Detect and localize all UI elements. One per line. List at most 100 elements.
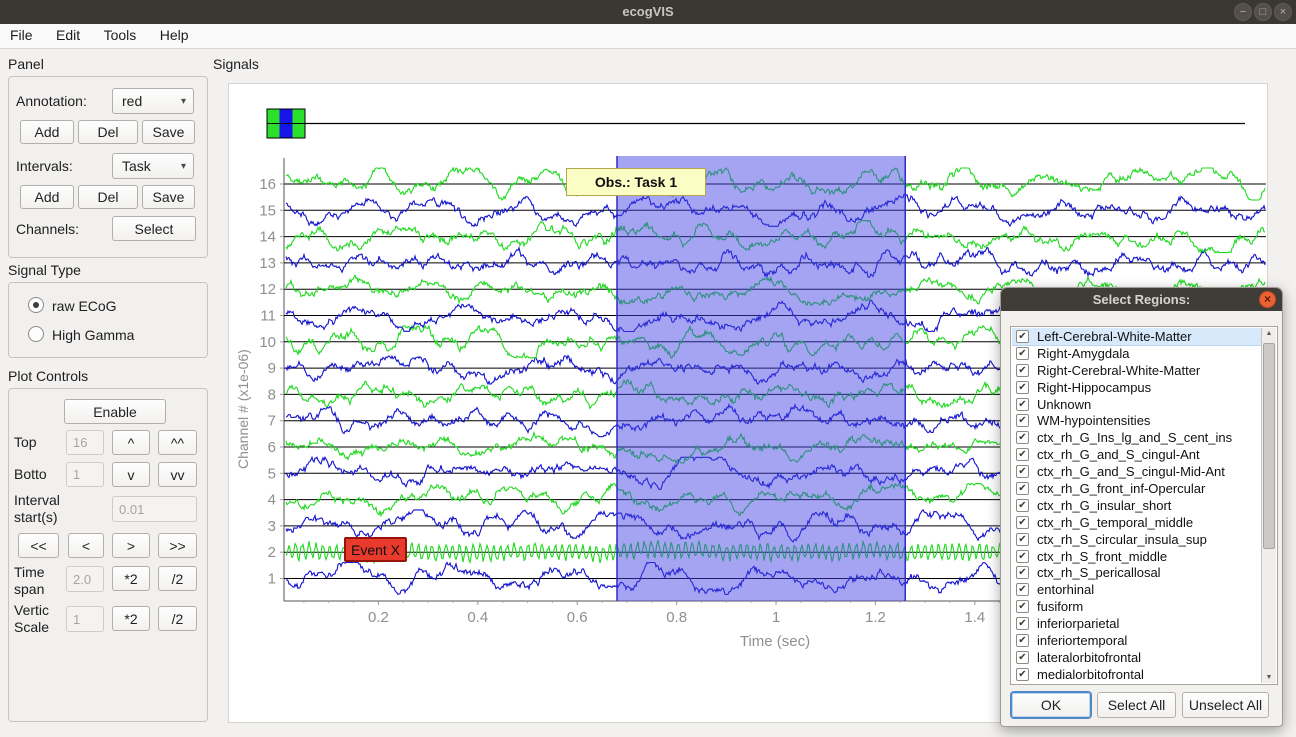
region-row[interactable]: ✔fusiform bbox=[1012, 598, 1263, 615]
vertical-scale-input[interactable]: 1 bbox=[66, 606, 104, 632]
region-checkbox-checked[interactable]: ✔ bbox=[1016, 414, 1029, 427]
interval-start-input[interactable]: 0.01 bbox=[112, 496, 197, 522]
region-checkbox-checked[interactable]: ✔ bbox=[1016, 381, 1029, 394]
radio-high-gamma-label: High Gamma bbox=[52, 327, 134, 343]
region-row[interactable]: ✔ctx_rh_G_insular_short bbox=[1012, 497, 1263, 514]
channel-down-fast-button[interactable]: vv bbox=[158, 462, 197, 487]
intervals-add-button[interactable]: Add bbox=[20, 185, 74, 209]
channels-label: Channels: bbox=[16, 221, 79, 237]
channel-down-button[interactable]: v bbox=[112, 462, 150, 487]
region-row[interactable]: ✔Left-Cerebral-White-Matter bbox=[1012, 328, 1263, 345]
menu-item-tools[interactable]: Tools bbox=[95, 24, 146, 46]
radio-raw-ecog-label: raw ECoG bbox=[52, 298, 117, 314]
region-checkbox-checked[interactable]: ✔ bbox=[1016, 364, 1029, 377]
region-checkbox-checked[interactable]: ✔ bbox=[1016, 516, 1029, 529]
region-checkbox-checked[interactable]: ✔ bbox=[1016, 566, 1029, 579]
time-span-mul-button[interactable]: *2 bbox=[112, 566, 150, 591]
step-forward-button[interactable]: > bbox=[112, 533, 150, 558]
time-span-input[interactable]: 2.0 bbox=[66, 566, 104, 592]
intervals-save-button[interactable]: Save bbox=[142, 185, 195, 209]
ok-button[interactable]: OK bbox=[1011, 692, 1091, 718]
region-row[interactable]: ✔medialorbitofrontal bbox=[1012, 666, 1263, 683]
region-checkbox-checked[interactable]: ✔ bbox=[1016, 431, 1029, 444]
region-row[interactable]: ✔ ctx_rh_G_Ins_lg_and_S_cent_ins bbox=[1012, 429, 1263, 446]
region-row[interactable]: ✔ctx_rh_G_temporal_middle bbox=[1012, 514, 1263, 531]
annotation-save-button[interactable]: Save bbox=[142, 120, 195, 144]
window-title: ecogVIS bbox=[0, 4, 1296, 19]
region-row[interactable]: ✔inferiortemporal bbox=[1012, 632, 1263, 649]
region-row[interactable]: ✔ctx_rh_S_pericallosal bbox=[1012, 564, 1263, 581]
bottom-input[interactable]: 1 bbox=[66, 462, 104, 487]
panel-section-label: Panel bbox=[8, 56, 44, 72]
enable-button[interactable]: Enable bbox=[64, 399, 166, 424]
channels-select-button[interactable]: Select bbox=[112, 216, 196, 241]
vertical-scale-mul-button[interactable]: *2 bbox=[112, 606, 150, 631]
svg-text:7: 7 bbox=[268, 413, 276, 430]
menu-item-file[interactable]: File bbox=[1, 24, 42, 46]
region-row[interactable]: ✔Right-Hippocampus bbox=[1012, 379, 1263, 396]
scroll-down-icon[interactable]: ▼ bbox=[1262, 674, 1276, 681]
region-label: Unknown bbox=[1037, 397, 1091, 412]
unselect-all-button[interactable]: Unselect All bbox=[1182, 692, 1269, 718]
region-checkbox-checked[interactable]: ✔ bbox=[1016, 634, 1029, 647]
radio-raw-ecog[interactable] bbox=[28, 297, 44, 313]
select-all-button[interactable]: Select All bbox=[1097, 692, 1176, 718]
close-icon[interactable]: × bbox=[1274, 3, 1292, 21]
annotation-combobox[interactable]: red ▾ bbox=[112, 88, 194, 114]
page-back-button[interactable]: << bbox=[18, 533, 59, 558]
region-row[interactable]: ✔WM-hypointensities bbox=[1012, 412, 1263, 429]
region-row[interactable]: ✔inferiorparietal bbox=[1012, 615, 1263, 632]
region-checkbox-checked[interactable]: ✔ bbox=[1016, 550, 1029, 563]
annotation-add-button[interactable]: Add bbox=[20, 120, 74, 144]
dialog-close-icon[interactable]: × bbox=[1259, 291, 1276, 308]
channel-up-button[interactable]: ^ bbox=[112, 430, 150, 455]
region-row[interactable]: ✔ctx_rh_S_front_middle bbox=[1012, 548, 1263, 565]
region-row[interactable]: ✔Right-Cerebral-White-Matter bbox=[1012, 362, 1263, 379]
region-checkbox-checked[interactable]: ✔ bbox=[1016, 347, 1029, 360]
top-input[interactable]: 16 bbox=[66, 430, 104, 455]
maximize-icon[interactable]: □ bbox=[1254, 3, 1272, 21]
channel-up-fast-button[interactable]: ^^ bbox=[158, 430, 197, 455]
menu-item-edit[interactable]: Edit bbox=[47, 24, 89, 46]
task-interval-region[interactable] bbox=[617, 156, 905, 601]
svg-text:1: 1 bbox=[268, 571, 276, 588]
region-checkbox-checked[interactable]: ✔ bbox=[1016, 668, 1029, 681]
step-back-button[interactable]: < bbox=[68, 533, 104, 558]
region-checkbox-checked[interactable]: ✔ bbox=[1016, 583, 1029, 596]
annotation-del-button[interactable]: Del bbox=[78, 120, 138, 144]
y-axis-label: Channel # (x1e-06) bbox=[235, 349, 251, 469]
vertical-scale-div-button[interactable]: /2 bbox=[158, 606, 197, 631]
time-span-div-button[interactable]: /2 bbox=[158, 566, 197, 591]
region-row[interactable]: ✔Right-Amygdala bbox=[1012, 345, 1263, 362]
region-row[interactable]: ✔lateralorbitofrontal bbox=[1012, 649, 1263, 666]
intervals-del-button[interactable]: Del bbox=[78, 185, 138, 209]
region-checkbox-checked[interactable]: ✔ bbox=[1016, 617, 1029, 630]
annotation-value: red bbox=[122, 93, 142, 109]
region-checkbox-checked[interactable]: ✔ bbox=[1016, 330, 1029, 343]
region-checkbox-checked[interactable]: ✔ bbox=[1016, 398, 1029, 411]
region-row[interactable]: ✔ctx_rh_G_and_S_cingul-Ant bbox=[1012, 446, 1263, 463]
region-checkbox-checked[interactable]: ✔ bbox=[1016, 651, 1029, 664]
bottom-label: Botto bbox=[14, 466, 47, 482]
intervals-combobox[interactable]: Task ▾ bbox=[112, 153, 194, 179]
region-checkbox-checked[interactable]: ✔ bbox=[1016, 600, 1029, 613]
region-checkbox-checked[interactable]: ✔ bbox=[1016, 448, 1029, 461]
scroll-up-icon[interactable]: ▲ bbox=[1262, 330, 1276, 337]
event-marker[interactable]: Event X bbox=[344, 537, 407, 562]
region-row[interactable]: ✔ Unknown bbox=[1012, 396, 1263, 413]
region-row[interactable]: ✔ctx_rh_S_circular_insula_sup bbox=[1012, 531, 1263, 548]
region-checkbox-checked[interactable]: ✔ bbox=[1016, 465, 1029, 478]
region-checkbox-checked[interactable]: ✔ bbox=[1016, 499, 1029, 512]
page-forward-button[interactable]: >> bbox=[158, 533, 197, 558]
region-row[interactable]: ✔entorhinal bbox=[1012, 581, 1263, 598]
regions-scrollbar[interactable]: ▲ ▼ bbox=[1261, 328, 1276, 683]
region-label: ctx_rh_G_Ins_lg_and_S_cent_ins bbox=[1037, 430, 1232, 445]
menu-item-help[interactable]: Help bbox=[151, 24, 198, 46]
region-checkbox-checked[interactable]: ✔ bbox=[1016, 533, 1029, 546]
scrollbar-thumb[interactable] bbox=[1263, 343, 1275, 549]
region-checkbox-checked[interactable]: ✔ bbox=[1016, 482, 1029, 495]
region-row[interactable]: ✔ctx_rh_G_and_S_cingul-Mid-Ant bbox=[1012, 463, 1263, 480]
radio-high-gamma[interactable] bbox=[28, 326, 44, 342]
minimize-icon[interactable]: − bbox=[1234, 3, 1252, 21]
region-row[interactable]: ✔ctx_rh_G_front_inf-Opercular bbox=[1012, 480, 1263, 497]
